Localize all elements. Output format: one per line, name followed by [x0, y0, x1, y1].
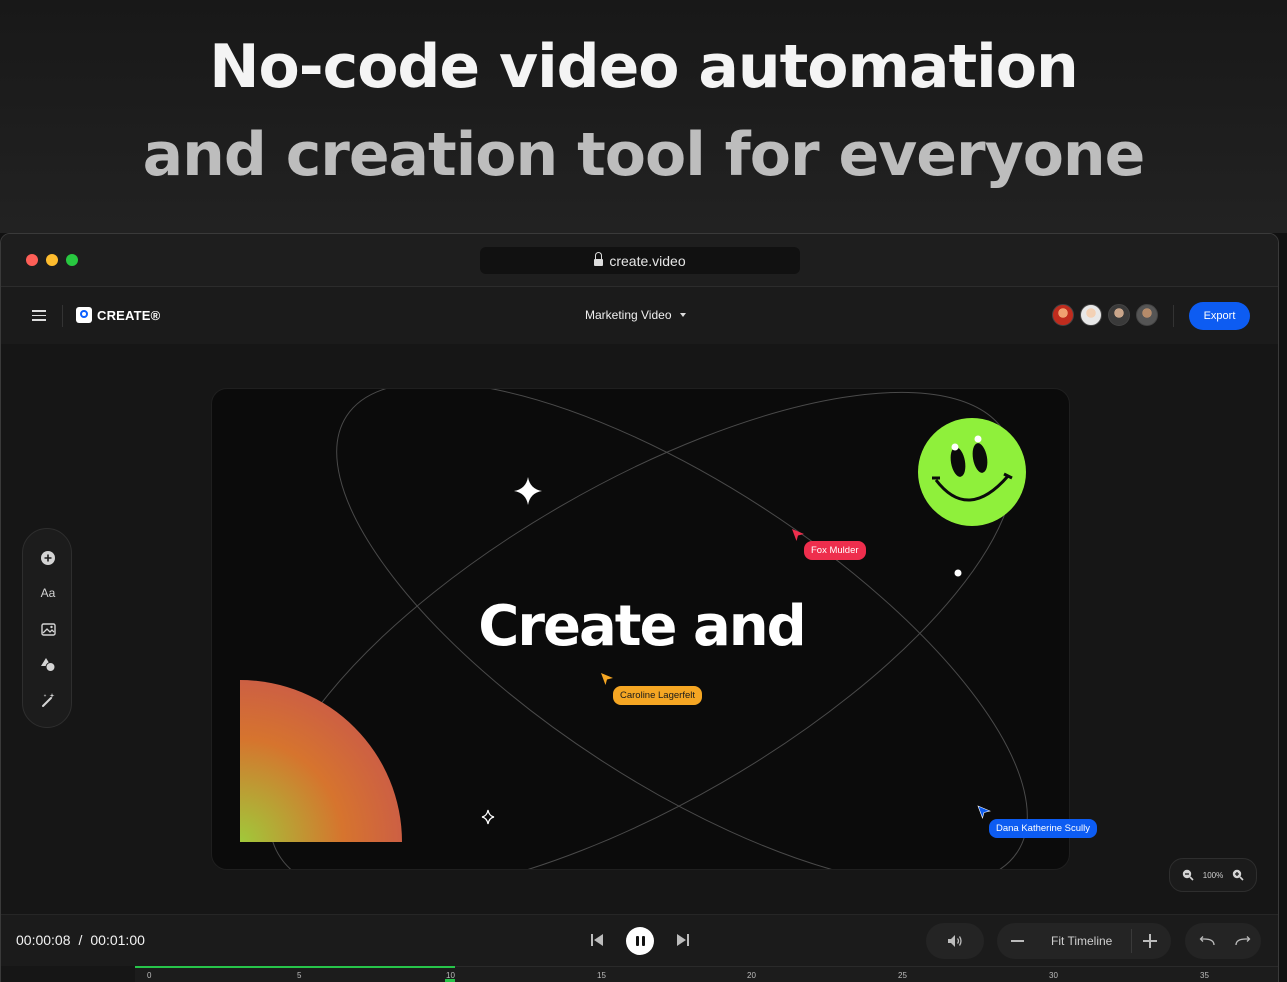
timeline-tick: 15	[597, 971, 606, 980]
export-button[interactable]: Export	[1189, 302, 1250, 330]
browser-window: create.video CREATE® Marketing Video Exp…	[0, 233, 1279, 982]
collaborator-cursor-label: Dana Katherine Scully	[989, 819, 1097, 838]
logo-text: CREATE®	[97, 307, 161, 323]
browser-titlebar: create.video	[1, 234, 1278, 287]
timecode: 00:00:08 / 00:01:00	[16, 932, 145, 948]
add-element-button[interactable]	[36, 546, 60, 570]
timeline-tick: 30	[1049, 971, 1058, 980]
timeline-tick: 35	[1200, 971, 1209, 980]
add-circle-icon	[41, 551, 55, 565]
timeline-tick: 25	[898, 971, 907, 980]
address-bar[interactable]: create.video	[480, 247, 800, 274]
hamburger-menu-icon[interactable]	[32, 310, 46, 321]
history-group	[1185, 923, 1261, 959]
timeline-ruler[interactable]: 0 5 10 15 20 25 30 35	[135, 966, 1278, 982]
timeline-tick: 20	[747, 971, 756, 980]
collaborator-avatars	[1052, 304, 1158, 326]
chevron-down-icon	[679, 313, 686, 317]
skip-back-icon[interactable]	[590, 933, 604, 947]
text-tool-button[interactable]: Aa	[36, 581, 60, 605]
timeline-tick: 0	[147, 971, 152, 980]
timeline-tick: 5	[297, 971, 302, 980]
image-icon	[40, 623, 56, 636]
total-time: 00:01:00	[90, 932, 145, 948]
hero-headline-line-2: and creation tool for everyone	[142, 120, 1146, 190]
speaker-icon	[948, 935, 962, 947]
timeline-progress	[135, 966, 455, 968]
collaborator-cursor-label: Fox Mulder	[804, 541, 866, 560]
shapes-icon	[41, 657, 56, 672]
project-selector[interactable]: Marketing Video	[585, 308, 686, 322]
project-name: Marketing Video	[585, 308, 672, 322]
canvas-headline[interactable]: Create and	[212, 594, 1069, 659]
fit-timeline-button[interactable]: Fit Timeline	[1051, 934, 1112, 948]
cursor-pointer-icon	[792, 529, 804, 541]
url-text: create.video	[609, 252, 686, 269]
sparkle-icon	[514, 477, 542, 505]
pause-button[interactable]	[626, 927, 654, 955]
pause-icon	[635, 936, 639, 946]
timeline-zoom-in-button[interactable]	[1143, 934, 1157, 948]
hero-headline-line-1: No-code video automation	[209, 32, 1078, 102]
create-logo-icon	[76, 307, 92, 323]
timeline-zoom-group: Fit Timeline	[997, 923, 1171, 959]
editor-stage: Create and Fox Mulder Caroline Lagerfelt…	[1, 344, 1278, 914]
text-icon: Aa	[40, 586, 56, 600]
cursor-pointer-icon	[601, 673, 613, 685]
collaborator-cursor-label: Caroline Lagerfelt	[613, 686, 702, 705]
hero-section: No-code video automation and creation to…	[0, 0, 1287, 233]
timeline-zoom-out-button[interactable]	[1011, 940, 1024, 942]
shapes-tool-button[interactable]	[36, 652, 60, 676]
current-time: 00:00:08	[16, 932, 71, 948]
cursor-pointer-icon	[977, 805, 991, 819]
avatar[interactable]	[1080, 304, 1102, 326]
avatar[interactable]	[1136, 304, 1158, 326]
redo-icon[interactable]	[1235, 935, 1251, 947]
zoom-level: 100%	[1202, 870, 1224, 880]
skip-forward-icon[interactable]	[676, 933, 690, 947]
header-divider	[1173, 305, 1174, 327]
zoom-out-icon[interactable]	[1182, 869, 1194, 881]
minimize-window-button[interactable]	[46, 254, 58, 266]
magic-wand-icon	[42, 693, 55, 707]
video-canvas[interactable]: Create and Fox Mulder Caroline Lagerfelt	[211, 388, 1070, 870]
create-logo[interactable]: CREATE®	[76, 307, 160, 323]
lock-icon	[594, 251, 604, 266]
smiley-face-icon[interactable]	[918, 418, 1026, 526]
divider	[1131, 929, 1132, 953]
avatar[interactable]	[1108, 304, 1130, 326]
header-divider	[62, 305, 63, 327]
volume-button[interactable]	[926, 923, 984, 959]
time-separator: /	[78, 932, 83, 948]
tools-sidebar: Aa	[22, 528, 72, 728]
zoom-in-icon[interactable]	[1232, 869, 1244, 881]
sparkle-outline-icon	[481, 809, 495, 825]
app-header: CREATE® Marketing Video Export	[1, 287, 1278, 344]
avatar[interactable]	[1052, 304, 1074, 326]
timeline[interactable]: 0 5 10 15 20 25 30 35	[1, 966, 1278, 982]
magic-tool-button[interactable]	[36, 688, 60, 712]
zoom-control: 100%	[1169, 858, 1257, 892]
close-window-button[interactable]	[26, 254, 38, 266]
undo-icon[interactable]	[1199, 935, 1215, 947]
maximize-window-button[interactable]	[66, 254, 78, 266]
image-tool-button[interactable]	[36, 617, 60, 641]
playback-bar: 00:00:08 / 00:01:00 Fit Timeline	[1, 914, 1278, 966]
